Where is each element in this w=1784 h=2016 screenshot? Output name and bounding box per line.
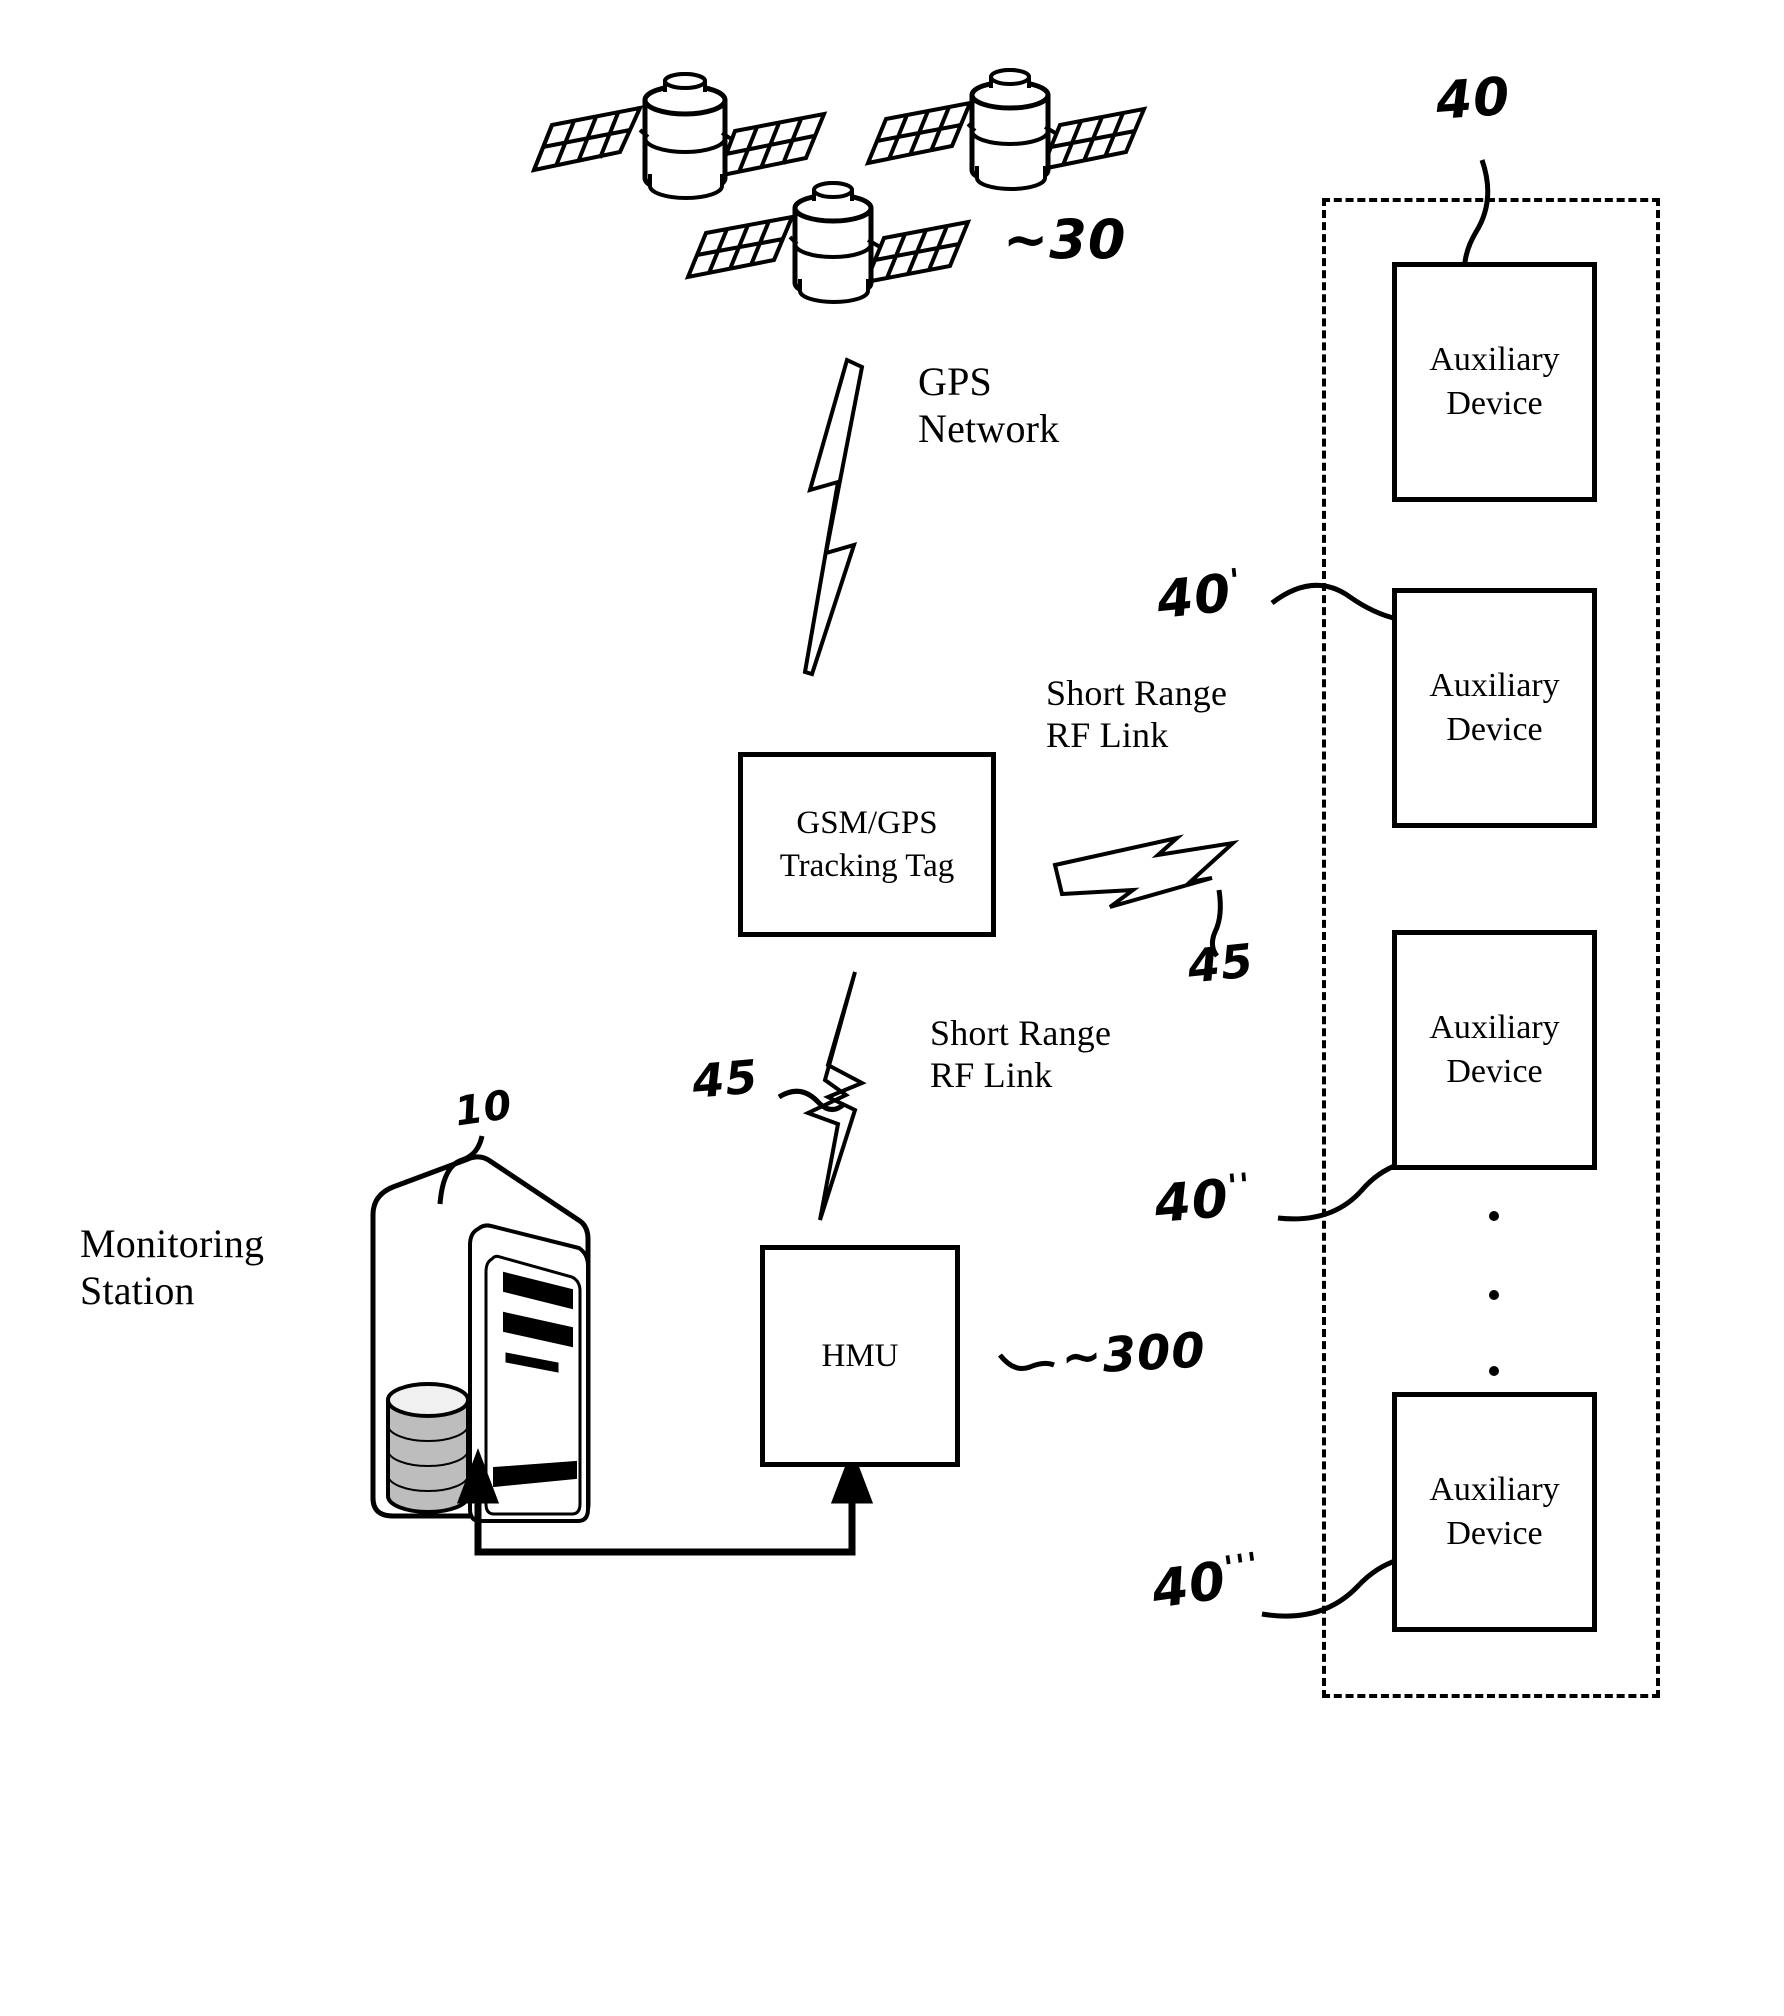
rf-lightning-bolt-icon-upper [1052,834,1240,909]
ellipsis-dot-2 [1489,1290,1499,1300]
rf-lightning-bolt-icon-lower [802,971,867,1221]
hmu-box: HMU [760,1245,960,1467]
auxiliary-device-label-3: Auxiliary Device [1429,1008,1560,1090]
auxiliary-device-label-1: Auxiliary Device [1429,340,1560,422]
reference-numeral-10: 10 [452,1081,516,1136]
gps-network-label: GPS Network [918,359,1060,452]
reference-numeral-300: ~300 [1060,1322,1208,1386]
ellipsis-dot-1 [1489,1211,1499,1221]
hmu-label: HMU [821,1337,899,1374]
reference-numeral-40-double-prime: 40'' [1152,1165,1254,1236]
auxiliary-device-box-1: Auxiliary Device [1392,262,1597,502]
reference-numeral-40: 40 [1434,66,1513,132]
monitoring-station-label: Monitoring Station [80,1221,265,1314]
reference-numeral-30: ~30 [1003,208,1127,271]
auxiliary-device-box-2: Auxiliary Device [1392,588,1597,828]
reference-numeral-45-lower: 45 [690,1049,761,1109]
ellipsis-dot-3 [1489,1366,1499,1376]
patent-figure: GPS Network Short Range RF Link Short Ra… [0,0,1784,2016]
gps-lightning-bolt-icon [802,357,865,677]
auxiliary-device-label-4: Auxiliary Device [1429,1470,1560,1552]
gsm-gps-tracking-tag-box: GSM/GPS Tracking Tag [738,752,996,937]
reference-numeral-45-upper: 45 [1185,933,1257,994]
station-hmu-connector-arrow [456,1448,874,1556]
leader-45-lower [777,1088,845,1112]
satellite-icon-3 [684,181,972,304]
tracking-tag-label: GSM/GPS Tracking Tag [779,804,955,884]
short-range-rf-link-label-upper: Short Range RF Link [1046,673,1228,756]
reference-numeral-40-prime: 40' [1154,560,1244,631]
satellite-icon-2 [864,68,1148,191]
short-range-rf-link-label-lower: Short Range RF Link [930,1013,1112,1096]
auxiliary-device-box-3: Auxiliary Device [1392,930,1597,1170]
auxiliary-device-label-2: Auxiliary Device [1429,666,1560,748]
computer-tower-icon [370,1135,591,1523]
auxiliary-device-box-4: Auxiliary Device [1392,1392,1597,1632]
leader-300 [998,1353,1055,1371]
reference-numeral-40-triple-prime: 40''' [1148,1544,1263,1621]
disk-stack-icon [386,1382,470,1514]
satellite-icon-1 [530,72,828,200]
